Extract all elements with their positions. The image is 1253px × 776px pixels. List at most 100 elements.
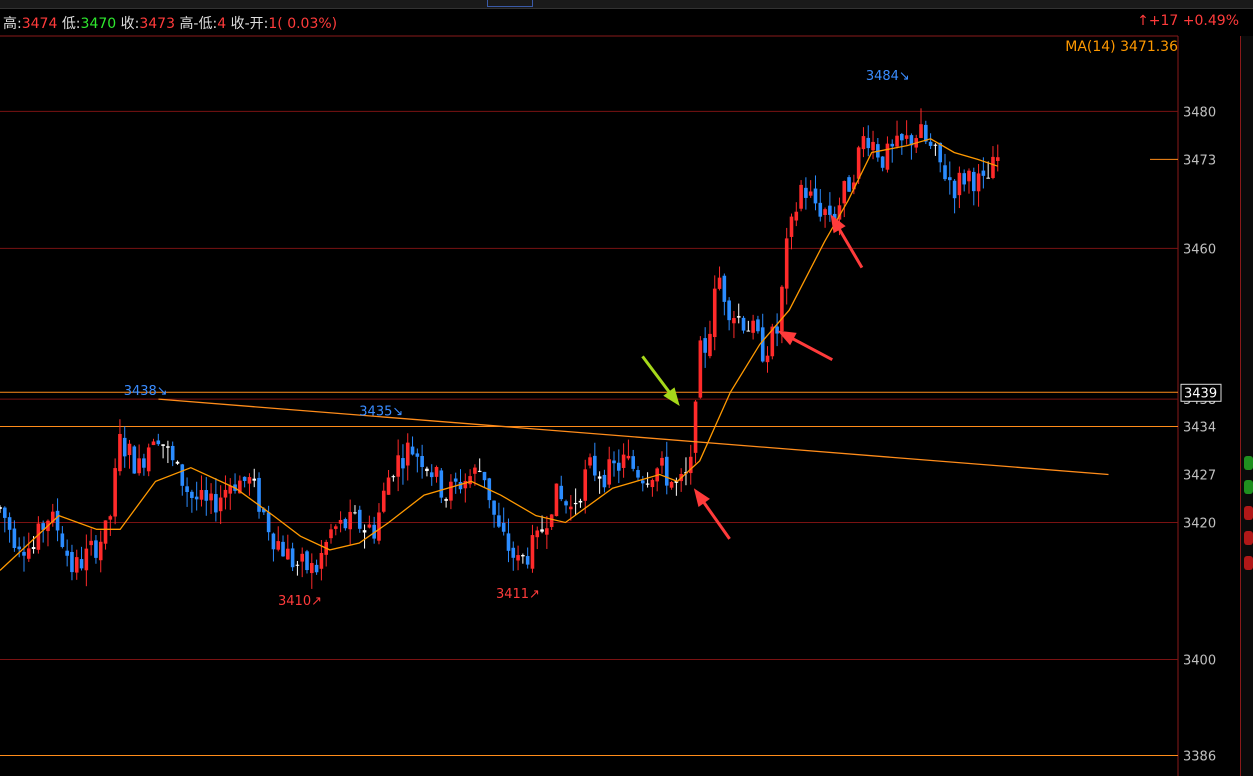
candle-body [473,467,477,474]
candle-body [79,559,84,569]
candle-body [986,177,990,179]
candle-body [967,170,971,182]
candle-body [794,211,799,221]
candle-body [895,135,899,147]
candle-body [190,491,194,498]
candle-body [760,327,765,362]
candle-body [564,501,568,506]
candle-body [808,191,813,196]
candle-body [856,147,861,179]
candle-body [607,459,612,485]
candle-body [377,512,381,541]
candle-body [573,502,578,505]
candle-body [789,216,794,237]
candle-body [89,540,93,546]
candle-body [650,479,655,488]
candle-body [415,453,420,457]
candle-body [866,137,871,149]
candle-body [530,535,535,569]
candle-body [640,480,645,484]
candle-body [717,277,722,289]
candle-body [593,455,597,476]
candle-body [151,441,156,446]
y-tick-label: 3427 [1183,469,1216,484]
candle-body [727,300,731,321]
candle-body [540,529,544,532]
price-annotation: 3410↗ [278,594,322,609]
candle-body [281,541,285,557]
candle-body [871,141,875,151]
candle-body [847,177,851,192]
candle-body [535,530,540,538]
right-side-panel[interactable] [1240,36,1253,776]
candle-body [664,456,669,486]
candle-body [818,202,823,217]
candle-body [353,512,357,514]
price-annotation: 3435↘ [359,405,403,420]
candle-body [597,476,602,479]
candle-body [861,136,866,150]
marker-arrow [699,497,731,540]
candle-body [765,355,770,363]
panel-button[interactable] [1244,506,1253,520]
candle-body [823,209,827,216]
candle-body [813,188,818,204]
candle-body [348,511,352,530]
candle-body [621,454,626,468]
candle-body [501,522,506,532]
candle-body [84,548,89,571]
candle-body [804,187,808,198]
candle-body [449,481,453,501]
candle-body [295,564,300,566]
candle-body [175,461,180,464]
current-price-marker-label: 3439 [1184,386,1217,401]
candle-body [554,483,559,517]
candle-body [218,497,223,512]
candle-body [631,456,635,469]
candle-body [242,476,247,481]
candle-body [583,469,588,501]
candle-body [444,499,448,501]
candle-body [329,529,333,539]
candle-body [453,478,458,482]
panel-button[interactable] [1244,556,1253,570]
candle-body [22,551,26,556]
candle-body [602,474,607,488]
candle-body [401,458,405,469]
candle-body [166,446,170,448]
candle-body [286,548,290,560]
candle-body [391,476,396,478]
candle-body [146,447,151,472]
candle-body [132,446,137,474]
marker-arrow-head [693,488,710,507]
marker-arrow-head [777,330,797,346]
candle-body [775,326,779,334]
marker-arrow-head [663,387,680,406]
candle-body [751,320,755,333]
candle-body [314,564,319,573]
candle-body [386,477,391,495]
candlestick-chart[interactable]: 3438↘ 3435↘ 3484↘ 3410↗ 3411↗ MA(14) 3471.36 3… [0,0,1253,776]
candle-body [468,476,472,485]
candle-body [545,528,549,535]
candle-body [780,286,784,332]
candle-body [410,446,415,455]
panel-button[interactable] [1244,480,1253,494]
candle-body [127,443,132,456]
candle-body [343,519,348,529]
panel-button[interactable] [1244,531,1253,545]
candle-body [137,458,141,474]
candle-body [991,156,995,179]
panel-button[interactable] [1244,456,1253,470]
candle-body [708,333,712,357]
candle-body [885,143,890,170]
candle-body [439,470,444,498]
candle-body [732,318,736,324]
candle-body [271,533,276,550]
candle-body [142,458,146,468]
candle-body [118,433,122,472]
candle-body [525,556,530,565]
y-tick-label: 3420 [1183,516,1216,531]
candle-body [828,205,832,215]
candle-body [612,460,616,464]
